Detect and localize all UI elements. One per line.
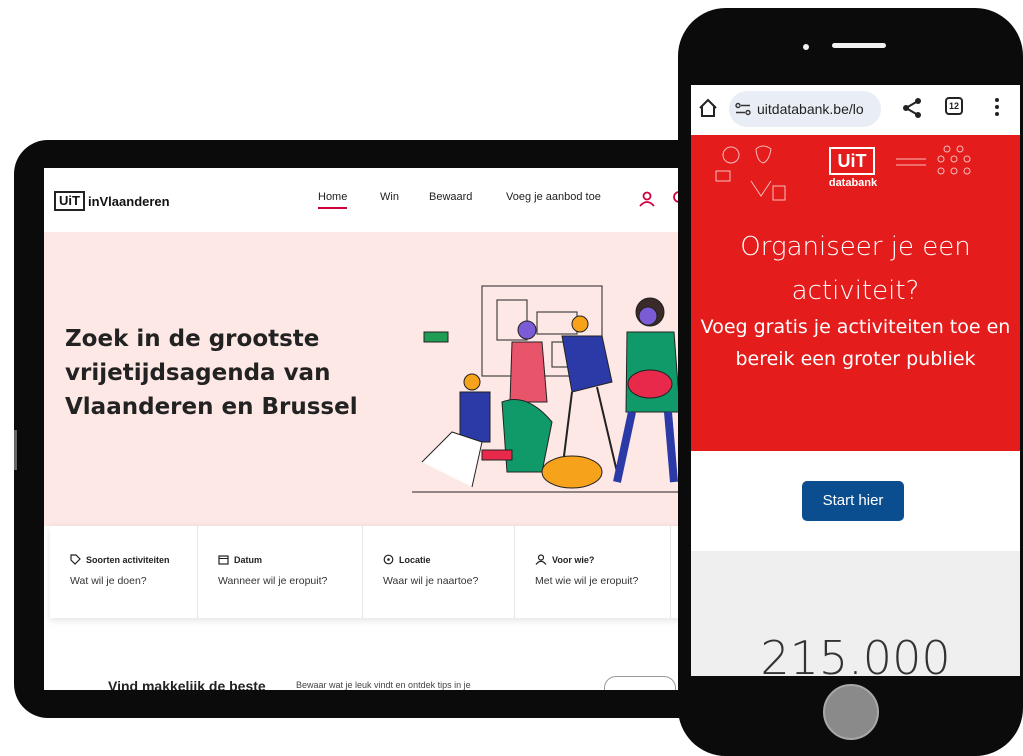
share-icon[interactable] bbox=[901, 97, 923, 119]
start-hier-button[interactable]: Start hier bbox=[802, 481, 904, 521]
nav-bewaard[interactable]: Bewaard bbox=[429, 191, 472, 203]
section-heading: Vind makkelijk de beste bbox=[108, 678, 266, 690]
filter-soorten[interactable]: Soorten activiteiten Wat wil je doen? bbox=[50, 526, 198, 618]
tablet-edge bbox=[14, 430, 17, 470]
filter-title: Datum bbox=[234, 554, 263, 565]
address-bar[interactable]: uitdatabank.be/lo bbox=[729, 91, 881, 127]
url-text: uitdatabank.be/lo bbox=[757, 101, 864, 117]
phone-screen: uitdatabank.be/lo 12 UiT databank Organi… bbox=[691, 85, 1020, 676]
section-button[interactable] bbox=[604, 676, 676, 690]
browser-toolbar: uitdatabank.be/lo 12 bbox=[691, 85, 1020, 135]
nav-win[interactable]: Win bbox=[380, 191, 399, 203]
logo-sub: databank bbox=[828, 177, 878, 189]
filter-subtitle: Met wie wil je eropuit? bbox=[535, 575, 639, 587]
red-banner: UiT databank Organiseer je een activitei… bbox=[691, 135, 1020, 451]
tablet-screen: UiT inVlaanderen Home Win Bewaard Voeg j… bbox=[44, 168, 684, 690]
nav-home[interactable]: Home bbox=[318, 191, 348, 209]
nav-voeg-aanbod[interactable]: Voeg je aanbod toe bbox=[506, 191, 601, 203]
uitdatabank-logo: UiT databank bbox=[821, 147, 885, 193]
hero-heading: Zoek in de grootste vrijetijdsagenda van… bbox=[65, 326, 358, 420]
tag-icon bbox=[70, 554, 81, 565]
filter-locatie[interactable]: Locatie Waar wil je naartoe? bbox=[363, 526, 515, 618]
site-header: UiT inVlaanderen Home Win Bewaard Voeg j… bbox=[44, 168, 684, 232]
search-filters: Soorten activiteiten Wat wil je doen? Da… bbox=[50, 526, 684, 618]
hero-section: Zoek in de grootste vrijetijdsagenda van… bbox=[44, 232, 684, 526]
logo-box: UiT bbox=[829, 147, 875, 175]
audience-doodles-icon bbox=[896, 145, 971, 175]
culture-doodles-icon bbox=[715, 145, 786, 201]
user-icon bbox=[535, 554, 547, 565]
tab-switcher[interactable]: 12 bbox=[945, 97, 963, 115]
banner-subtitle: Voeg gratis je activiteiten toe en berei… bbox=[700, 316, 1011, 370]
home-icon[interactable] bbox=[697, 97, 719, 119]
activity-count: 215.000 bbox=[760, 631, 951, 676]
logo-text: inVlaanderen bbox=[87, 193, 170, 209]
filter-subtitle: Waar wil je naartoe? bbox=[383, 575, 479, 587]
stats-section: 215.000 bbox=[691, 551, 1020, 676]
uit-logo[interactable]: UiT inVlaanderen bbox=[54, 191, 170, 211]
banner-title: Organiseer je een activiteit? bbox=[740, 232, 971, 306]
calendar-icon bbox=[218, 555, 229, 565]
filter-title: Voor wie? bbox=[552, 554, 595, 565]
site-settings-icon[interactable] bbox=[735, 102, 751, 116]
location-pin-icon bbox=[383, 554, 394, 565]
user-icon[interactable] bbox=[638, 190, 656, 208]
filter-title: Soorten activiteiten bbox=[86, 554, 170, 565]
phone-speaker bbox=[832, 43, 886, 48]
logo-box: UiT bbox=[54, 191, 85, 211]
phone-home-button[interactable] bbox=[823, 684, 879, 740]
filter-datum[interactable]: Datum Wanneer wil je eropuit? bbox=[198, 526, 363, 618]
people-illustration bbox=[412, 285, 684, 493]
filter-title: Locatie bbox=[399, 554, 431, 565]
filter-subtitle: Wanneer wil je eropuit? bbox=[218, 575, 328, 587]
filter-subtitle: Wat wil je doen? bbox=[70, 575, 147, 587]
phone-camera bbox=[803, 44, 809, 50]
section-text: Bewaar wat je leuk vindt en ontdek tips … bbox=[296, 680, 471, 690]
filter-voor-wie[interactable]: Voor wie? Met wie wil je eropuit? bbox=[515, 526, 671, 618]
more-icon[interactable] bbox=[994, 97, 1000, 117]
